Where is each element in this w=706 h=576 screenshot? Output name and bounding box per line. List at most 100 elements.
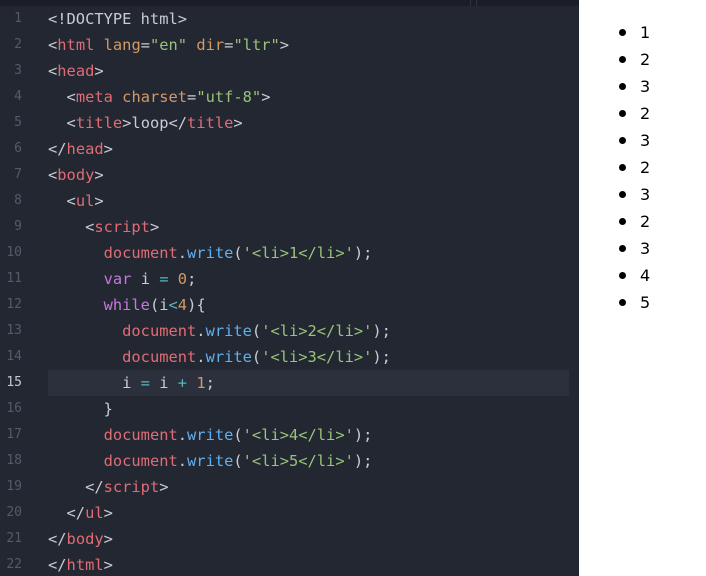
code-token: > xyxy=(149,218,160,236)
code-token: script xyxy=(94,218,150,236)
code-token: ); xyxy=(353,426,373,444)
code-line[interactable]: </head> xyxy=(48,136,579,162)
code-line[interactable]: </body> xyxy=(48,526,579,552)
list-item: 4 xyxy=(601,262,650,289)
code-token: > xyxy=(159,478,169,496)
code-line[interactable]: document.write('<li>4</li>'); xyxy=(48,422,579,448)
code-token: document xyxy=(103,244,178,262)
code-token: head xyxy=(57,62,95,80)
code-line[interactable]: document.write('<li>1</li>'); xyxy=(48,240,579,266)
list-item: 2 xyxy=(601,208,650,235)
code-token: ){ xyxy=(187,296,206,314)
line-number: 9 xyxy=(14,219,22,234)
code-token: ( xyxy=(233,426,243,444)
code-line[interactable]: <body> xyxy=(48,162,579,188)
code-token: ( xyxy=(233,244,243,262)
code-token: html xyxy=(57,36,95,54)
code-token: '<li>1</li>' xyxy=(242,244,354,262)
code-token: 4 xyxy=(177,296,188,314)
line-number: 11 xyxy=(6,271,22,286)
code-line[interactable]: <head> xyxy=(48,58,579,84)
rendered-preview-pane: 1 2 3 2 3 2 3 2 3 4 5 xyxy=(579,0,706,576)
bullet-icon xyxy=(619,218,626,225)
bullet-icon xyxy=(619,56,626,63)
list-item-text: 2 xyxy=(640,212,651,231)
code-token: document xyxy=(103,452,178,470)
code-editor[interactable]: 1 2 3 4 5 6 7 8 9 10 11 12 13 14 15 16 17 18 19 20 21 22 <!DO… xyxy=(0,0,579,576)
code-line[interactable]: document.write('<li>5</li>'); xyxy=(48,448,579,474)
code-token: document xyxy=(122,348,197,366)
code-token: dir xyxy=(196,36,225,54)
code-token: . xyxy=(196,348,206,366)
code-line[interactable]: } xyxy=(48,396,579,422)
bullet-icon xyxy=(619,299,626,306)
bullet-icon xyxy=(619,110,626,117)
code-line[interactable]: <script> xyxy=(48,214,579,240)
code-token: ; xyxy=(205,374,215,392)
line-number-gutter: 1 2 3 4 5 6 7 8 9 10 11 12 13 14 15 16 17 18 19 20 21 22 xyxy=(0,6,40,576)
code-token: >loop</ xyxy=(122,114,188,132)
code-area[interactable]: <!DOCTYPE html> <html lang="en" dir="ltr"… xyxy=(48,6,579,576)
code-line[interactable]: document.write('<li>2</li>'); xyxy=(48,318,579,344)
code-token: document xyxy=(122,322,197,340)
code-token: . xyxy=(177,452,188,470)
code-token: "ltr" xyxy=(233,36,280,54)
line-number: 14 xyxy=(6,349,22,364)
list-item-text: 2 xyxy=(640,50,651,69)
line-number: 19 xyxy=(6,479,22,494)
code-line[interactable]: </script> xyxy=(48,474,579,500)
code-line[interactable]: <html lang="en" dir="ltr"> xyxy=(48,32,579,58)
code-token: </ xyxy=(48,478,104,496)
list-item: 2 xyxy=(601,100,650,127)
code-token: while xyxy=(103,296,150,314)
code-line[interactable]: i = i + 1; xyxy=(48,370,569,396)
code-line[interactable]: </ul> xyxy=(48,500,579,526)
code-token: ); xyxy=(353,244,373,262)
code-token: ; xyxy=(187,270,197,288)
code-line[interactable]: <meta charset="utf-8"> xyxy=(48,84,579,110)
line-number: 3 xyxy=(14,63,22,78)
code-token: < xyxy=(48,88,76,106)
code-token: > xyxy=(261,88,271,106)
list-item-text: 4 xyxy=(640,266,651,285)
code-line[interactable]: <!DOCTYPE html> xyxy=(48,6,579,32)
code-token: body xyxy=(57,166,95,184)
code-token: > xyxy=(103,530,113,548)
code-token: . xyxy=(177,426,188,444)
bullet-icon xyxy=(619,245,626,252)
line-number: 18 xyxy=(6,453,22,468)
code-token: > xyxy=(233,114,243,132)
code-token: < xyxy=(48,218,95,236)
code-token: </ xyxy=(48,504,86,522)
code-line[interactable]: document.write('<li>3</li>'); xyxy=(48,344,579,370)
code-token: ul xyxy=(85,504,104,522)
code-token: 1 xyxy=(196,374,206,392)
list-item-text: 3 xyxy=(640,131,651,150)
code-token: '<li>3</li>' xyxy=(261,348,373,366)
list-item: 3 xyxy=(601,181,650,208)
list-item-text: 2 xyxy=(640,104,651,123)
rendered-list: 1 2 3 2 3 2 3 2 3 4 5 xyxy=(601,19,650,316)
code-token: "utf-8" xyxy=(196,88,262,106)
code-token: var xyxy=(103,270,132,288)
list-item-text: 3 xyxy=(640,77,651,96)
list-item: 3 xyxy=(601,127,650,154)
code-line[interactable]: <ul> xyxy=(48,188,579,214)
code-line[interactable]: while(i<4){ xyxy=(48,292,579,318)
code-line[interactable]: </html> xyxy=(48,552,579,576)
code-token: '<li>5</li>' xyxy=(242,452,354,470)
code-token: write xyxy=(205,322,252,340)
code-line[interactable]: <title>loop</title> xyxy=(48,110,579,136)
code-token: > xyxy=(94,192,104,210)
code-line[interactable]: var i = 0; xyxy=(48,266,579,292)
code-token: = xyxy=(140,36,150,54)
list-item-text: 3 xyxy=(640,185,651,204)
code-token: ul xyxy=(75,192,95,210)
line-number: 12 xyxy=(6,297,22,312)
code-token: > xyxy=(103,556,113,574)
